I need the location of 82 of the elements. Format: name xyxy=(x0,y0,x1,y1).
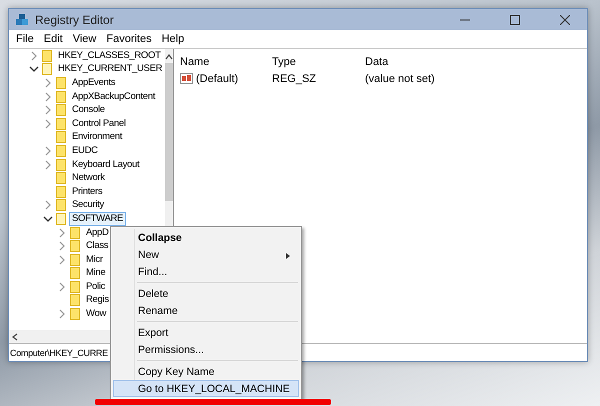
chevron-right-icon[interactable] xyxy=(57,282,67,292)
tree-item[interactable]: Environment xyxy=(69,130,126,144)
menu-item[interactable]: File xyxy=(11,33,39,45)
tree-item[interactable]: SOFTWARE xyxy=(69,212,126,226)
chevron-right-icon[interactable] xyxy=(57,309,67,320)
context-menu-item[interactable]: Delete xyxy=(113,285,299,302)
context-menu-item[interactable]: Collapse xyxy=(113,229,299,246)
folder-icon xyxy=(56,158,66,171)
folder-icon xyxy=(70,267,80,280)
folder-icon xyxy=(42,63,52,76)
tree-item[interactable]: AppEvents xyxy=(69,76,118,90)
folder-icon xyxy=(56,144,66,157)
menu-item[interactable]: Edit xyxy=(38,33,68,45)
folder-icon xyxy=(56,199,66,212)
folder-icon xyxy=(70,226,80,239)
folder-icon xyxy=(56,76,66,89)
tree-item[interactable]: AppXBackupContent xyxy=(69,90,158,104)
folder-icon xyxy=(56,212,66,225)
chevron-right-icon[interactable] xyxy=(43,146,53,156)
chevron-right-icon[interactable] xyxy=(43,78,53,88)
menu-item[interactable]: View xyxy=(68,33,102,45)
scroll-up-icon[interactable] xyxy=(165,53,174,61)
tree-item[interactable]: Network xyxy=(69,171,108,186)
tree-item[interactable]: EUDC xyxy=(69,144,101,158)
context-menu-item[interactable]: Permissions... xyxy=(113,341,299,358)
folder-icon xyxy=(70,254,80,266)
chevron-right-icon[interactable] xyxy=(43,118,53,129)
tree-item[interactable]: Printers xyxy=(69,184,106,199)
string-value-icon xyxy=(180,73,193,84)
context-menu-item[interactable]: Find... xyxy=(113,263,299,280)
context-menu-item[interactable]: New xyxy=(113,246,299,263)
context-menu-item[interactable]: Copy Key Name xyxy=(113,363,299,380)
folder-icon xyxy=(42,50,52,62)
tree-item[interactable]: Security xyxy=(69,198,107,212)
tree-item[interactable]: Class xyxy=(83,239,112,254)
maximize-icon xyxy=(510,14,520,24)
folder-icon xyxy=(56,104,66,116)
tree-item[interactable]: AppD xyxy=(83,226,112,240)
chevron-right-icon[interactable] xyxy=(57,254,67,265)
scrollbar-thumb[interactable] xyxy=(165,63,174,201)
tree-item[interactable]: Keyboard Layout xyxy=(69,158,142,172)
tree-item[interactable]: Mine xyxy=(83,266,108,280)
column-header[interactable]: Type xyxy=(272,56,365,68)
context-menu-item[interactable]: Rename xyxy=(113,302,299,319)
tree-item[interactable]: Console xyxy=(69,103,108,118)
registry-cubes-icon xyxy=(15,12,29,26)
tree-item[interactable]: Polic xyxy=(83,280,108,294)
chevron-right-icon[interactable] xyxy=(43,160,53,170)
tree-item[interactable]: HKEY_CURRENT_USER xyxy=(55,62,166,76)
tree-item[interactable]: Micr xyxy=(83,252,106,267)
chevron-down-icon[interactable] xyxy=(29,64,39,74)
chevron-right-icon[interactable] xyxy=(43,92,53,102)
chevron-down-icon[interactable] xyxy=(43,214,53,224)
folder-icon xyxy=(70,308,80,320)
folder-icon xyxy=(56,118,66,130)
column-header[interactable]: Data xyxy=(365,56,587,68)
value-data: (value not set) xyxy=(365,72,436,84)
folder-icon xyxy=(56,172,66,184)
scroll-left-icon[interactable] xyxy=(11,332,19,340)
menu-item[interactable]: Favorites xyxy=(101,33,157,45)
window-title: Registry Editor xyxy=(35,12,115,26)
folder-icon xyxy=(70,294,80,306)
value-name[interactable]: (Default) xyxy=(196,72,238,84)
chevron-right-icon[interactable] xyxy=(57,241,67,252)
value-type: REG_SZ xyxy=(272,72,318,84)
folder-icon xyxy=(70,280,80,293)
tree-item[interactable]: Regis xyxy=(83,293,112,308)
folder-icon xyxy=(56,186,66,198)
folder-icon xyxy=(56,131,66,144)
tree-item[interactable]: Wow xyxy=(83,307,110,322)
chevron-right-icon[interactable] xyxy=(57,228,67,238)
folder-icon xyxy=(70,240,80,252)
tree-item[interactable]: Control Panel xyxy=(69,116,129,131)
chevron-right-icon[interactable] xyxy=(43,105,53,116)
close-icon xyxy=(560,14,570,24)
menu-item[interactable]: Help xyxy=(156,33,190,45)
folder-icon xyxy=(56,90,66,103)
tree-item[interactable]: HKEY_CLASSES_ROOT xyxy=(55,48,164,63)
submenu-arrow-icon xyxy=(286,253,290,259)
context-menu-item[interactable]: Export xyxy=(113,324,299,341)
column-header[interactable]: Name xyxy=(180,56,272,68)
context-menu-item[interactable]: Go to HKEY_LOCAL_MACHINE xyxy=(113,380,299,397)
